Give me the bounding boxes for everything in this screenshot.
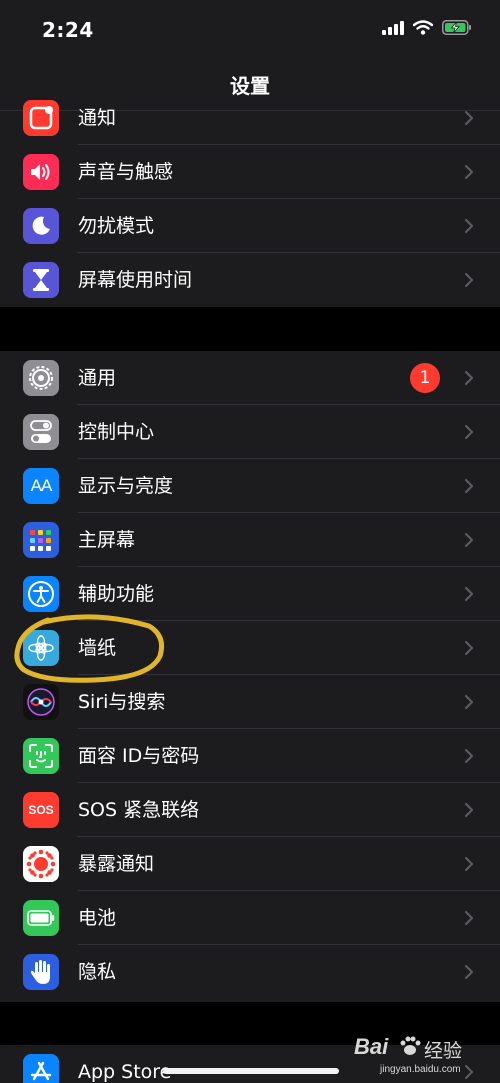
settings-row-label: 勿扰模式 [78,215,155,237]
chevron-right-icon [464,272,474,288]
settings-row-label: 通用 [78,367,117,389]
paw-logo-icon [400,1036,421,1055]
home-screen-grid-icon [23,522,59,558]
settings-row-label: 面容 ID与密码 [78,745,200,767]
moon-icon [23,208,59,244]
settings-row-label: 电池 [78,907,117,929]
chevron-right-icon [464,424,474,440]
notifications-icon [23,100,59,136]
settings-row-emergency-sos[interactable]: SOS SOS 紧急联络 [0,783,500,837]
settings-row-label: 声音与触感 [78,161,174,183]
hourglass-icon [23,262,59,298]
settings-row-privacy[interactable]: 隐私 [0,945,500,999]
watermark-url: jingyan.baidu.com [380,1064,461,1075]
chevron-right-icon [464,478,474,494]
settings-row-label: Siri与搜索 [78,691,166,713]
home-indicator[interactable] [163,1068,339,1074]
speaker-icon [23,154,59,190]
highlight-circle-annotation [14,614,165,683]
gear-icon [23,360,59,396]
settings-row-label: App Store [78,1061,172,1083]
face-id-icon [23,738,59,774]
baidu-watermark: Bai 经验 jingyan.baidu.com [340,1030,490,1080]
chevron-right-icon [464,218,474,234]
settings-row-battery[interactable]: 电池 [0,891,500,945]
chevron-right-icon [464,640,474,656]
settings-row-label: 主屏幕 [78,529,136,551]
siri-icon [23,684,59,720]
settings-row-screen-time[interactable]: 屏幕使用时间 [0,253,500,307]
chevron-right-icon [464,802,474,818]
settings-row-display[interactable]: AA 显示与亮度 [0,459,500,513]
chevron-right-icon [464,856,474,872]
chevron-right-icon [464,532,474,548]
text-size-glyph: AA [30,476,53,495]
settings-row-label: 控制中心 [78,421,155,443]
settings-group-1: 通知 声音与触感 勿扰模式 屏幕使用时间 [0,100,500,307]
settings-row-sounds[interactable]: 声音与触感 [0,145,500,199]
settings-row-label: 辅助功能 [78,583,155,605]
chevron-right-icon [464,910,474,926]
chevron-right-icon [464,164,474,180]
wifi-icon [413,20,433,35]
settings-row-general[interactable]: 通用 1 [0,351,500,405]
exposure-icon [23,846,59,882]
watermark-brand: Bai [354,1034,389,1059]
settings-row-exposure[interactable]: 暴露通知 [0,837,500,891]
status-time: 2:24 [42,18,94,42]
chevron-right-icon [464,110,474,126]
battery-icon [23,900,59,936]
settings-row-home-screen[interactable]: 主屏幕 [0,513,500,567]
watermark-brand-cn: 经验 [424,1040,463,1062]
settings-row-label: 暴露通知 [78,853,155,875]
chevron-right-icon [464,586,474,602]
chevron-right-icon [464,694,474,710]
settings-row-do-not-disturb[interactable]: 勿扰模式 [0,199,500,253]
settings-row-label: 隐私 [78,961,117,983]
notification-badge: 1 [410,363,440,393]
accessibility-icon [23,576,59,612]
text-size-icon: AA [23,468,59,504]
settings-row-label: 通知 [78,107,117,129]
chevron-right-icon [464,370,474,386]
battery-charging-icon [442,20,471,35]
settings-row-control-center[interactable]: 控制中心 [0,405,500,459]
sos-glyph: SOS [28,803,54,817]
chevron-right-icon [464,748,474,764]
hand-icon [23,954,59,990]
status-icons [382,20,472,35]
chevron-right-icon [464,964,474,980]
settings-row-notifications[interactable]: 通知 [0,91,500,145]
toggles-icon [23,414,59,450]
cellular-signal-icon [382,20,404,35]
status-bar: 2:24 [0,0,500,60]
sos-icon: SOS [23,792,59,828]
settings-row-label: 显示与亮度 [78,475,174,497]
settings-row-face-id[interactable]: 面容 ID与密码 [0,729,500,783]
settings-row-label: SOS 紧急联络 [78,799,200,821]
app-store-icon [23,1054,59,1083]
settings-row-label: 屏幕使用时间 [78,269,193,291]
